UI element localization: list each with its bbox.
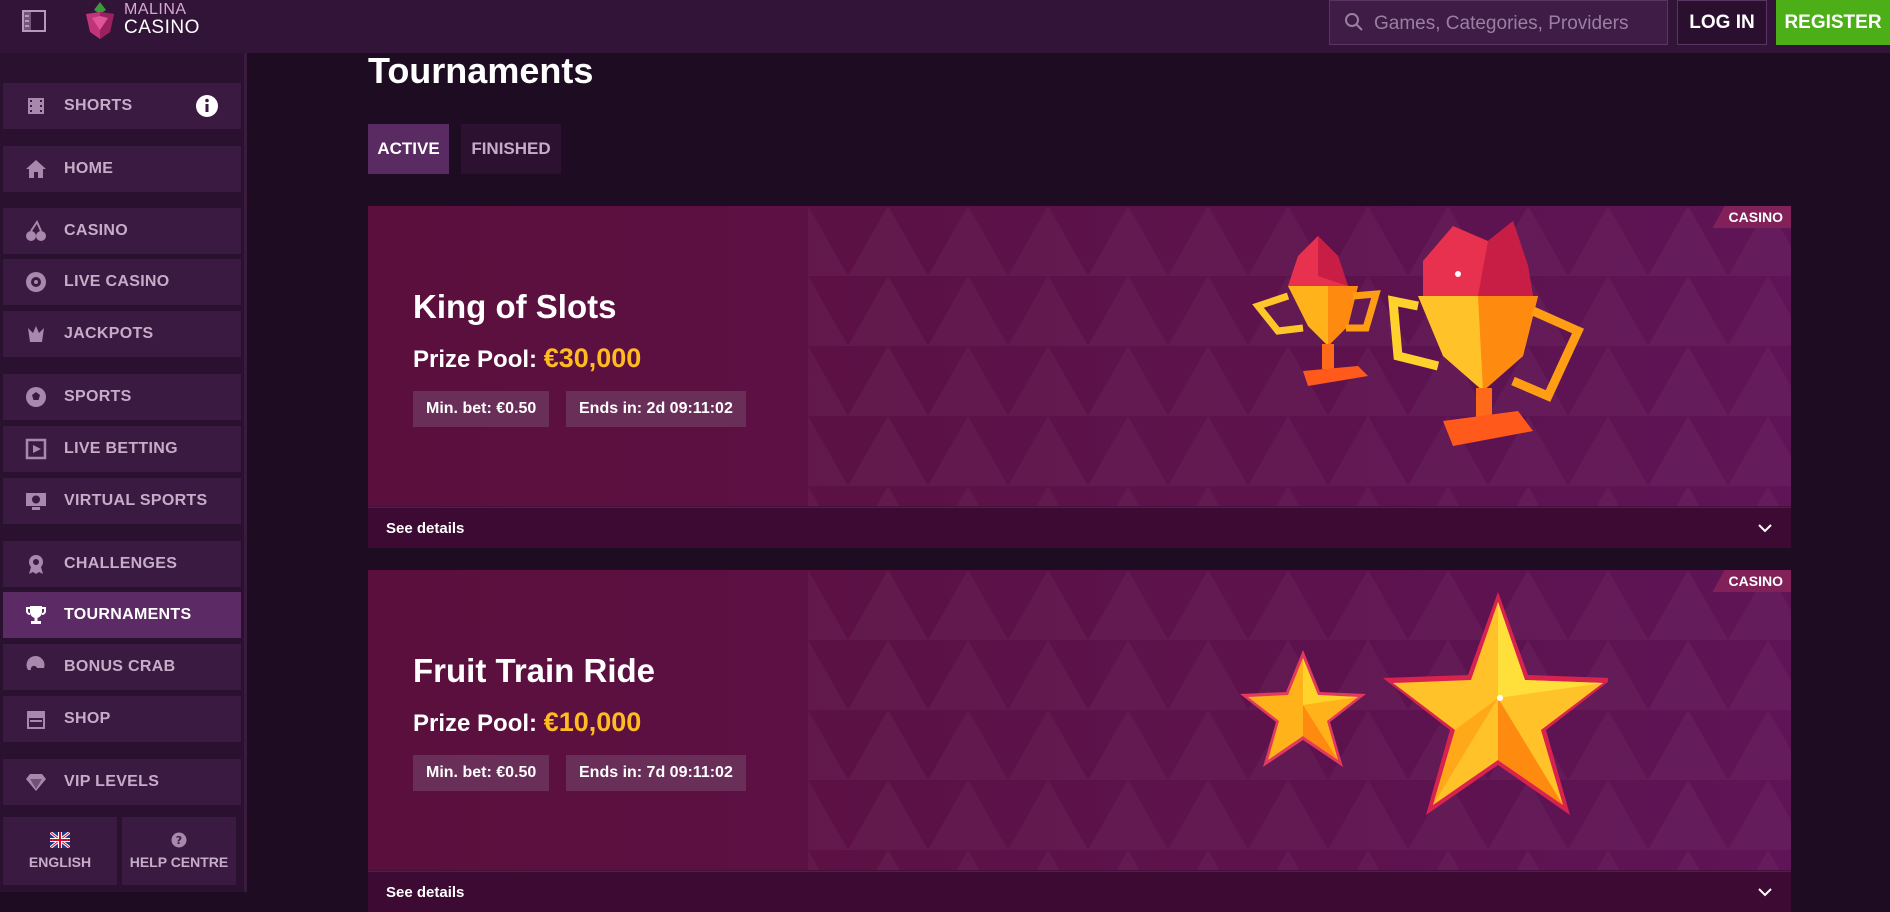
trophy-icon [24,603,48,627]
sidebar-item-vip-levels[interactable]: VIP LEVELS [3,759,241,805]
monitor-ball-icon [24,489,48,513]
sidebar-item-label: SPORTS [64,388,132,405]
language-selector[interactable]: ENGLISH [3,817,117,885]
sidebar-item-shorts[interactable]: SHORTS [3,83,241,129]
prize-pool-label: Prize Pool: [413,710,538,737]
sidebar-item-bonus-crab[interactable]: BONUS CRAB [3,644,241,690]
prize-pool-amount: €30,000 [543,343,642,373]
roulette-icon [24,270,48,294]
sidebar-item-label: VIP LEVELS [64,773,160,790]
sidebar-item-sports[interactable]: SPORTS [3,374,241,420]
logo-text-casino: CASINO [124,17,200,38]
svg-text:?: ? [176,834,182,847]
category-badge: CASINO [1712,206,1791,228]
min-bet-pill: Min. bet: €0.50 [413,391,550,427]
sidebar: SHORTS HOME CASINO LIVE CASINO JACKPOTS … [0,53,247,892]
tournament-name: Fruit Train Ride [413,652,656,689]
tab-active[interactable]: ACTIVE [368,124,449,174]
diamond-icon [24,770,48,794]
ends-in-pill: Ends in: 2d 09:11:02 [566,391,746,427]
page-title: Tournaments [368,50,594,91]
cherries-icon [24,219,48,243]
store-icon [24,707,48,731]
logo[interactable]: MALINA CASINO [82,0,202,40]
top-bar: MALINA CASINO LOG IN REGISTER [0,0,1890,53]
sidebar-item-challenges[interactable]: CHALLENGES [3,541,241,587]
tournament-card[interactable]: CASINO King of Slots Prize Pool: €30,000… [368,206,1791,548]
sidebar-item-label: JACKPOTS [64,325,154,342]
uk-flag-icon [50,832,70,848]
sidebar-item-jackpots[interactable]: JACKPOTS [3,311,241,357]
sidebar-item-label: SHOP [64,710,111,727]
sidebar-item-label: TOURNAMENTS [64,606,192,623]
claw-icon [24,655,48,679]
help-centre-button[interactable]: ? HELP CENTRE [122,817,236,885]
sidebar-toggle-icon[interactable] [22,10,46,32]
search-icon [1345,13,1363,31]
category-badge: CASINO [1712,570,1791,592]
prize-pool: Prize Pool: €10,000 [413,707,641,738]
tab-finished[interactable]: FINISHED [461,124,561,174]
stars-icon [1240,592,1608,815]
see-details-toggle[interactable]: See details [368,507,1791,548]
live-screen-icon [24,437,48,461]
soccer-ball-icon [24,385,48,409]
sidebar-item-label: VIRTUAL SPORTS [64,492,208,509]
question-icon: ? [171,832,187,848]
sidebar-item-label: BONUS CRAB [64,658,176,675]
crown-icon [24,322,48,346]
see-details-label: See details [386,520,465,537]
sidebar-item-virtual-sports[interactable]: VIRTUAL SPORTS [3,478,241,524]
raspberry-logo-icon [86,2,114,39]
sidebar-item-label: HOME [64,160,114,177]
sidebar-item-home[interactable]: HOME [3,146,241,192]
film-icon [24,94,48,118]
trophies-icon [1252,221,1584,446]
sidebar-item-label: CHALLENGES [64,555,178,572]
medal-icon [24,552,48,576]
tournament-card[interactable]: CASINO Fruit Train Ride Prize Pool: €10,… [368,570,1791,912]
info-icon[interactable] [195,94,219,118]
sidebar-item-label: LIVE BETTING [64,440,178,457]
login-button[interactable]: LOG IN [1677,0,1767,45]
prize-pool-label: Prize Pool: [413,346,538,373]
ends-in-pill: Ends in: 7d 09:11:02 [566,755,746,791]
home-icon [24,157,48,181]
language-label: ENGLISH [28,854,92,870]
sidebar-item-shop[interactable]: SHOP [3,696,241,742]
help-centre-label: HELP CENTRE [129,854,229,870]
sidebar-item-tournaments[interactable]: TOURNAMENTS [3,592,241,638]
search-input[interactable] [1372,1,1666,46]
tournament-name: King of Slots [413,288,617,325]
see-details-label: See details [386,884,465,901]
chevron-down-icon [1758,888,1772,897]
sidebar-item-label: SHORTS [64,97,133,114]
min-bet-pill: Min. bet: €0.50 [413,755,550,791]
prize-pool: Prize Pool: €30,000 [413,343,641,374]
sidebar-item-casino[interactable]: CASINO [3,208,241,254]
chevron-down-icon [1758,524,1772,533]
prize-pool-amount: €10,000 [543,707,642,737]
sidebar-item-label: LIVE CASINO [64,273,170,290]
sidebar-item-label: CASINO [64,222,129,239]
search-box[interactable] [1329,0,1668,46]
sidebar-item-live-betting[interactable]: LIVE BETTING [3,426,241,472]
register-button[interactable]: REGISTER [1776,0,1890,45]
sidebar-item-live-casino[interactable]: LIVE CASINO [3,259,241,305]
